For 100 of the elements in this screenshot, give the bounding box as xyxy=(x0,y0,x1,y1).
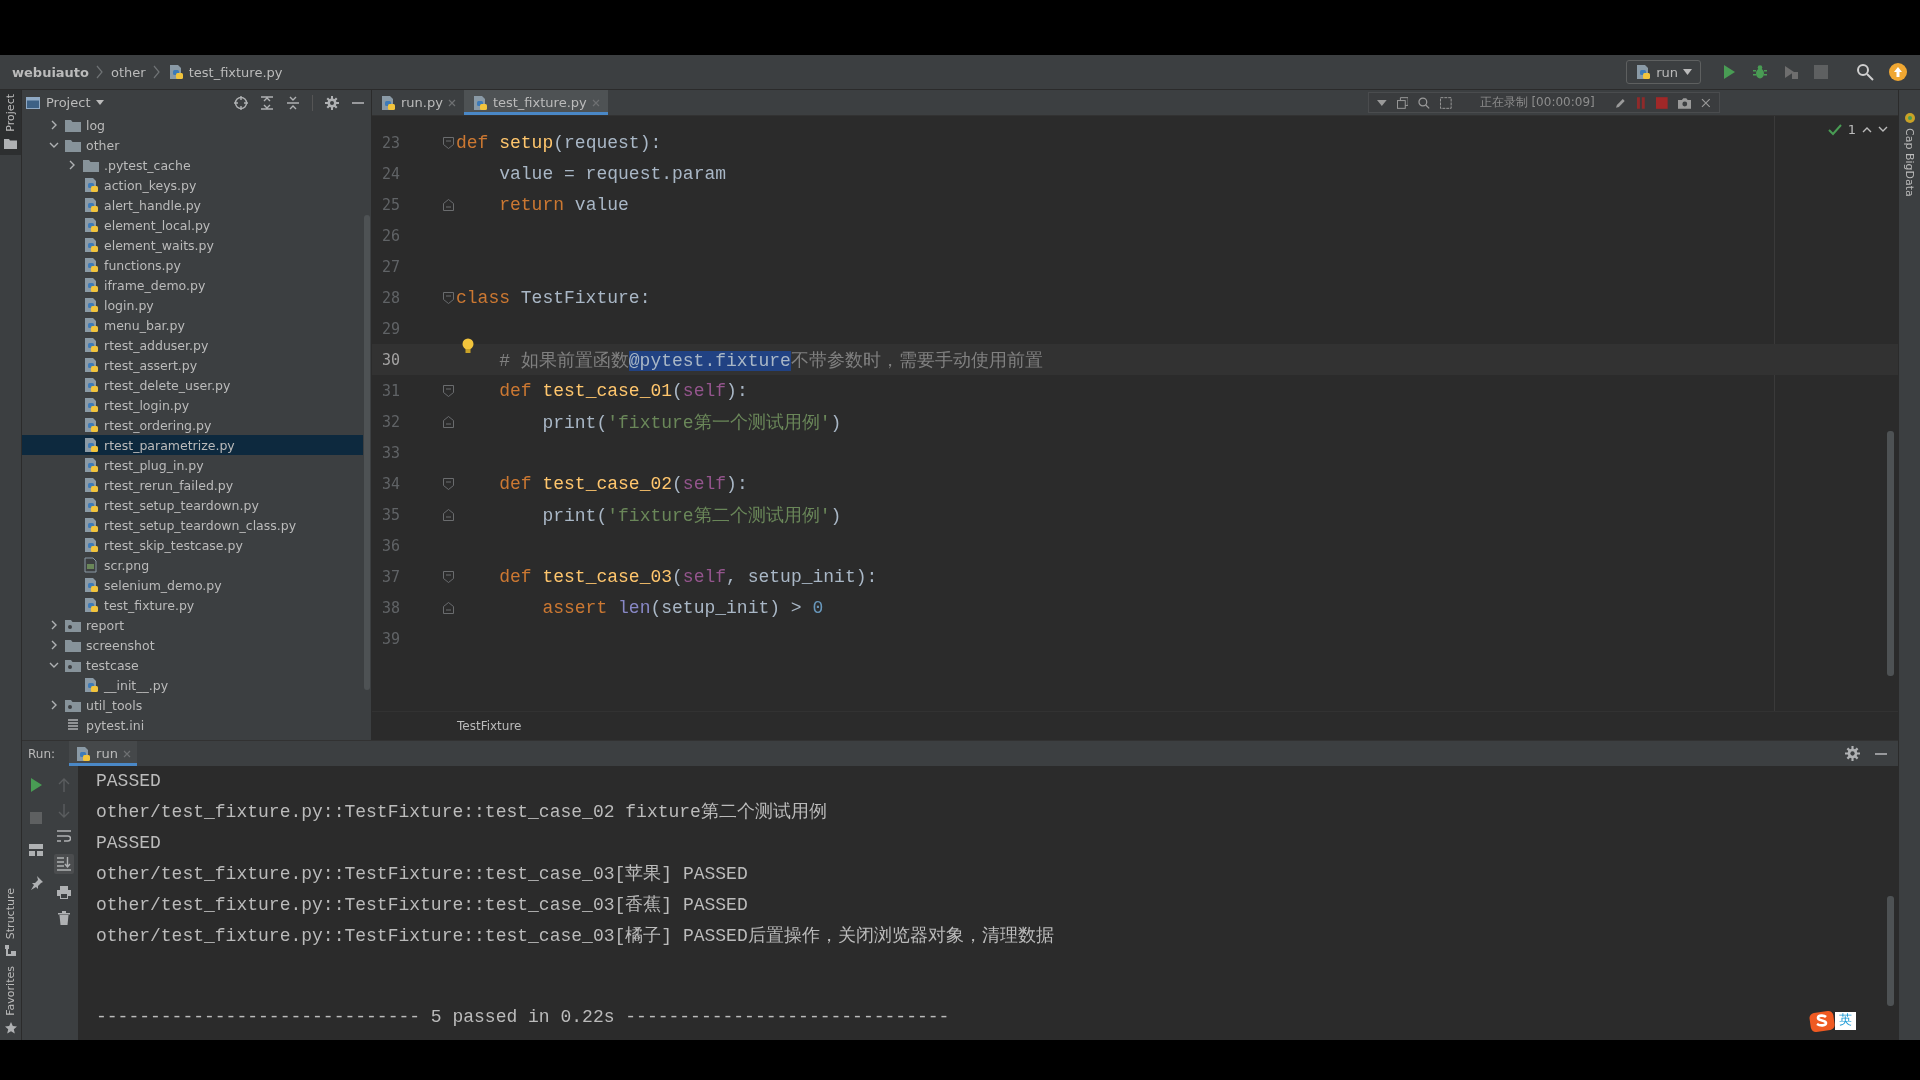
tree-item[interactable]: rtest_plug_in.py xyxy=(22,455,363,475)
tree-item[interactable]: alert_handle.py xyxy=(22,195,363,215)
input-method-indicator[interactable]: 英 xyxy=(1809,1010,1856,1032)
folder-icon xyxy=(65,138,81,152)
fold-marker-icon[interactable] xyxy=(443,601,454,614)
tree-item[interactable]: login.py xyxy=(22,295,363,315)
scrollbar-thumb[interactable] xyxy=(1887,431,1894,676)
line-number: 38 xyxy=(380,598,400,617)
search-icon[interactable] xyxy=(1856,63,1874,81)
tree-item[interactable]: test_fixture.py xyxy=(22,595,363,615)
tree-item[interactable]: screenshot xyxy=(22,635,363,655)
close-icon[interactable] xyxy=(1701,97,1711,108)
tree-item[interactable]: rtest_login.py xyxy=(22,395,363,415)
tree-item[interactable]: report xyxy=(22,615,363,635)
camera-icon[interactable] xyxy=(1677,96,1692,109)
fold-marker-icon[interactable] xyxy=(443,508,454,521)
line-number: 34 xyxy=(380,474,400,493)
tree-item[interactable]: rtest_setup_teardown.py xyxy=(22,495,363,515)
fold-marker-icon[interactable] xyxy=(443,198,454,211)
fold-marker-icon[interactable] xyxy=(443,384,454,397)
tree-item[interactable]: .pytest_cache xyxy=(22,155,363,175)
scrollbar-thumb[interactable] xyxy=(364,215,370,690)
layout-icon[interactable] xyxy=(29,844,43,856)
pin-icon[interactable] xyxy=(29,876,43,890)
run-tab[interactable]: run xyxy=(69,741,137,766)
caret-icon[interactable] xyxy=(1377,99,1387,106)
fold-marker-icon[interactable] xyxy=(443,570,454,583)
tree-item[interactable]: rtest_skip_testcase.py xyxy=(22,535,363,555)
scroll-to-end-button[interactable] xyxy=(54,854,74,874)
tree-item[interactable]: rtest_assert.py xyxy=(22,355,363,375)
run-config-dropdown[interactable]: run xyxy=(1626,60,1701,84)
tool-window-button[interactable]: Project xyxy=(0,90,21,155)
coverage-icon[interactable] xyxy=(1783,64,1799,80)
breadcrumb-item[interactable]: test_fixture.py xyxy=(188,64,283,80)
line-number: 26 xyxy=(380,226,400,245)
tree-item[interactable]: rtest_adduser.py xyxy=(22,335,363,355)
breadcrumb-item[interactable]: webuiauto xyxy=(12,64,90,80)
print-icon[interactable] xyxy=(57,886,71,899)
trash-icon[interactable] xyxy=(58,911,70,925)
code-line: value = request.param xyxy=(498,163,727,184)
update-icon[interactable] xyxy=(1889,63,1907,81)
locate-icon[interactable] xyxy=(234,95,248,110)
tree-item[interactable]: functions.py xyxy=(22,255,363,275)
breadcrumb-item[interactable]: other xyxy=(111,64,146,80)
settings-icon[interactable] xyxy=(325,95,339,110)
region-icon[interactable] xyxy=(1440,96,1452,109)
soft-wrap-icon[interactable] xyxy=(57,830,71,842)
tree-item[interactable]: pytest.ini xyxy=(22,715,363,735)
tree-item[interactable]: action_keys.py xyxy=(22,175,363,195)
bug-icon[interactable] xyxy=(1752,64,1768,80)
run-icon[interactable] xyxy=(1721,64,1737,80)
tool-window-button[interactable]: Cap BigData xyxy=(1903,128,1916,197)
tree-item[interactable]: rtest_setup_teardown_class.py xyxy=(22,515,363,535)
python-file-icon xyxy=(83,437,99,453)
python-file-icon xyxy=(83,297,99,313)
tree-item[interactable]: selenium_demo.py xyxy=(22,575,363,595)
tool-window-button[interactable]: Structure xyxy=(0,884,21,963)
tool-window-button[interactable]: Favorites xyxy=(0,962,21,1040)
folder-icon xyxy=(65,118,81,132)
tree-item[interactable]: util_tools xyxy=(22,695,363,715)
breadcrumb-item[interactable]: TestFixture xyxy=(457,719,522,733)
window-icon xyxy=(26,96,40,109)
chevron-right-icon xyxy=(50,120,58,130)
fold-marker-icon[interactable] xyxy=(443,291,454,304)
chevron-down-icon[interactable] xyxy=(1878,126,1888,133)
tree-item[interactable]: rtest_parametrize.py xyxy=(22,435,363,455)
pencil-icon[interactable] xyxy=(1614,96,1627,109)
tree-item[interactable]: __init__.py xyxy=(22,675,363,695)
python-file-icon xyxy=(83,277,99,293)
tree-item[interactable]: iframe_demo.py xyxy=(22,275,363,295)
project-view-dropdown[interactable]: Project xyxy=(26,95,105,110)
tree-item[interactable]: other xyxy=(22,135,363,155)
tree-item[interactable]: element_waits.py xyxy=(22,235,363,255)
tree-item[interactable]: rtest_ordering.py xyxy=(22,415,363,435)
run-icon[interactable] xyxy=(29,778,43,792)
close-icon[interactable] xyxy=(447,98,456,107)
tree-item[interactable]: testcase xyxy=(22,655,363,675)
fold-marker-icon[interactable] xyxy=(443,136,454,149)
tree-item[interactable]: rtest_delete_user.py xyxy=(22,375,363,395)
inspection-widget[interactable]: 1 xyxy=(1827,122,1888,137)
tree-item[interactable]: rtest_rerun_failed.py xyxy=(22,475,363,495)
fold-marker-icon[interactable] xyxy=(443,415,454,428)
tree-item[interactable]: element_local.py xyxy=(22,215,363,235)
tree-item[interactable]: scr.png xyxy=(22,555,363,575)
python-file-icon xyxy=(167,64,184,80)
chevron-up-icon[interactable] xyxy=(1862,126,1872,133)
lightbulb-icon[interactable] xyxy=(462,337,474,354)
collapse-all-icon[interactable] xyxy=(286,95,300,110)
fold-marker-icon[interactable] xyxy=(443,477,454,490)
tree-item[interactable]: log xyxy=(22,115,363,135)
python-file-icon xyxy=(380,94,396,111)
windows-icon[interactable] xyxy=(1396,96,1409,109)
zoom-icon[interactable] xyxy=(1418,96,1430,109)
expand-all-icon[interactable] xyxy=(260,95,274,110)
scrollbar-thumb[interactable] xyxy=(1887,896,1894,1006)
editor-tab[interactable]: test_fixture.py xyxy=(463,90,608,115)
structure-icon xyxy=(5,945,16,957)
settings-icon[interactable] xyxy=(1845,746,1860,761)
tree-item[interactable]: menu_bar.py xyxy=(22,315,363,335)
editor-tab[interactable]: run.py xyxy=(372,90,464,115)
